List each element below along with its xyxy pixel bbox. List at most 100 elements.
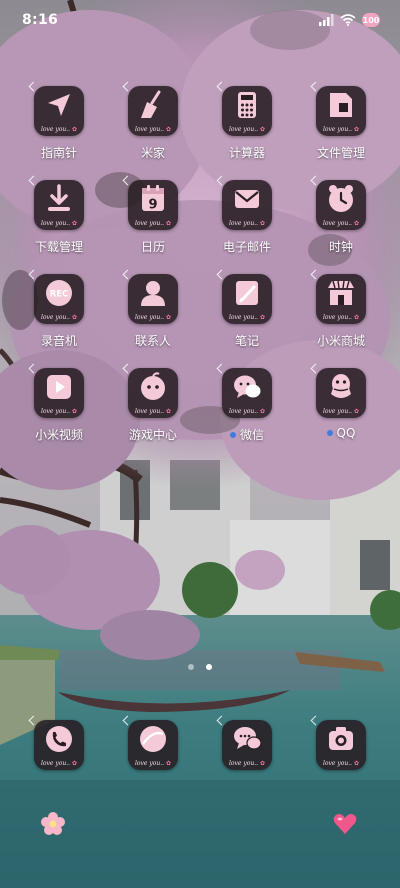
app-game-center[interactable]: love you.. ✿ 游戏中心 bbox=[106, 368, 200, 462]
dock-camera[interactable]: love you.. ✿ bbox=[294, 720, 388, 770]
app-label-text: QQ bbox=[336, 426, 356, 440]
app-tile: love you.. ✿ bbox=[222, 368, 272, 418]
compass-icon bbox=[48, 94, 70, 116]
app-tag-dot: ✿ bbox=[71, 126, 77, 133]
app-tag-text: love you.. bbox=[40, 408, 71, 415]
app-compass[interactable]: love you.. ✿ 指南针 bbox=[12, 86, 106, 180]
calculator-icon bbox=[238, 92, 256, 118]
app-tag: love you.. ✿ bbox=[316, 408, 366, 415]
app-tile: love you.. ✿ bbox=[128, 368, 178, 418]
app-tag-dot: ✿ bbox=[353, 126, 359, 133]
app-tag-text: love you.. bbox=[40, 126, 71, 133]
dock-browser[interactable]: love you.. ✿ bbox=[106, 720, 200, 770]
app-calculator[interactable]: love you.. ✿ 计算器 bbox=[200, 86, 294, 180]
app-tag: love you.. ✿ bbox=[34, 126, 84, 133]
signal-icon bbox=[319, 14, 334, 26]
app-tag-dot: ✿ bbox=[259, 408, 265, 415]
app-label-text: 微信 bbox=[239, 428, 264, 442]
app-tag: love you.. ✿ bbox=[34, 408, 84, 415]
app-tag-dot: ✿ bbox=[71, 220, 77, 227]
app-clock[interactable]: love you.. ✿ 时钟 bbox=[294, 180, 388, 274]
page-dot[interactable] bbox=[188, 664, 194, 670]
recorder-icon: REC bbox=[46, 280, 72, 306]
alarm-clock-icon bbox=[329, 185, 353, 212]
status-bar: 8:16 100 bbox=[0, 0, 400, 40]
app-tag: love you.. ✿ bbox=[316, 126, 366, 133]
app-mi-store[interactable]: love you.. ✿ 小米商城 bbox=[294, 274, 388, 368]
app-tag-text: love you.. bbox=[134, 314, 165, 321]
app-tag-text: love you.. bbox=[322, 220, 353, 227]
game-center-icon bbox=[141, 372, 165, 400]
app-tag-dot: ✿ bbox=[353, 314, 359, 321]
wifi-icon bbox=[340, 14, 356, 26]
app-tile: love you.. ✿ bbox=[222, 274, 272, 324]
app-label: 小米商城 bbox=[317, 332, 365, 349]
app-label: 微信 bbox=[229, 426, 264, 443]
app-tile: REC love you.. ✿ bbox=[34, 274, 84, 324]
flower-icon bbox=[41, 812, 65, 835]
app-label-text: 下载管理 bbox=[34, 240, 83, 254]
app-tile: love you.. ✿ bbox=[316, 86, 366, 136]
app-tag-text: love you.. bbox=[322, 126, 353, 133]
app-qq[interactable]: love you.. ✿ QQ bbox=[294, 368, 388, 462]
app-recorder[interactable]: REC love you.. ✿ 录音机 bbox=[12, 274, 106, 368]
app-tag-text: love you.. bbox=[228, 760, 259, 767]
app-tag-dot: ✿ bbox=[259, 126, 265, 133]
app-tag-text: love you.. bbox=[228, 126, 259, 133]
app-tag-text: love you.. bbox=[134, 408, 165, 415]
app-tag-text: love you.. bbox=[322, 408, 353, 415]
app-tile: love you.. ✿ bbox=[128, 720, 178, 770]
camera-icon bbox=[329, 727, 353, 750]
app-tag-dot: ✿ bbox=[353, 220, 359, 227]
app-tile: love you.. ✿ bbox=[34, 720, 84, 770]
app-calendar[interactable]: 9 love you.. ✿ 日历 bbox=[106, 180, 200, 274]
app-label-text: 游戏中心 bbox=[128, 428, 177, 442]
app-tag-text: love you.. bbox=[322, 760, 353, 767]
app-tag: love you.. ✿ bbox=[34, 760, 84, 767]
download-icon bbox=[48, 184, 70, 211]
app-file-manager[interactable]: love you.. ✿ 文件管理 bbox=[294, 86, 388, 180]
app-tag-text: love you.. bbox=[40, 220, 71, 227]
dock-messages[interactable]: love you.. ✿ bbox=[200, 720, 294, 770]
app-tag-dot: ✿ bbox=[71, 760, 77, 767]
app-tag: love you.. ✿ bbox=[316, 314, 366, 321]
app-tag-dot: ✿ bbox=[165, 126, 171, 133]
app-label: 计算器 bbox=[229, 144, 265, 161]
page-dot-active[interactable] bbox=[206, 664, 212, 670]
app-wechat[interactable]: love you.. ✿ 微信 bbox=[200, 368, 294, 462]
app-tag: love you.. ✿ bbox=[128, 408, 178, 415]
app-label-text: 计算器 bbox=[228, 146, 265, 160]
dock-phone[interactable]: love you.. ✿ bbox=[12, 720, 106, 770]
app-row-4: love you.. ✿ 小米视频 love you.. ✿ 游戏中心 love… bbox=[12, 368, 388, 462]
wechat-icon bbox=[234, 375, 261, 398]
app-tile: love you.. ✿ bbox=[316, 720, 366, 770]
app-email[interactable]: love you.. ✿ 电子邮件 bbox=[200, 180, 294, 274]
app-notes[interactable]: love you.. ✿ 笔记 bbox=[200, 274, 294, 368]
store-icon bbox=[328, 280, 354, 305]
app-label: 米家 bbox=[141, 144, 165, 161]
battery-icon: 100 bbox=[362, 13, 380, 27]
status-time: 8:16 bbox=[22, 12, 59, 28]
app-label: 文件管理 bbox=[317, 144, 365, 161]
app-tag: love you.. ✿ bbox=[222, 220, 272, 227]
app-tag-text: love you.. bbox=[40, 314, 71, 321]
app-label: 电子邮件 bbox=[223, 238, 271, 255]
folder-icon bbox=[330, 93, 352, 117]
app-label-text: 电子邮件 bbox=[222, 240, 271, 254]
app-tag-text: love you.. bbox=[228, 220, 259, 227]
app-downloads[interactable]: love you.. ✿ 下载管理 bbox=[12, 180, 106, 274]
status-icons: 100 bbox=[318, 13, 380, 27]
app-tag-text: love you.. bbox=[40, 760, 71, 767]
app-label: 笔记 bbox=[235, 332, 259, 349]
app-label-text: 日历 bbox=[140, 240, 165, 254]
app-mi-video[interactable]: love you.. ✿ 小米视频 bbox=[12, 368, 106, 462]
page-indicator[interactable] bbox=[0, 664, 400, 670]
app-tag: love you.. ✿ bbox=[222, 408, 272, 415]
qq-icon bbox=[331, 374, 351, 398]
app-tag: love you.. ✿ bbox=[316, 220, 366, 227]
mail-icon bbox=[235, 190, 259, 208]
app-mijia[interactable]: love you.. ✿ 米家 bbox=[106, 86, 200, 180]
app-contacts[interactable]: love you.. ✿ 联系人 bbox=[106, 274, 200, 368]
recorder-glyph-text: REC bbox=[50, 290, 69, 300]
app-tag-dot: ✿ bbox=[165, 760, 171, 767]
